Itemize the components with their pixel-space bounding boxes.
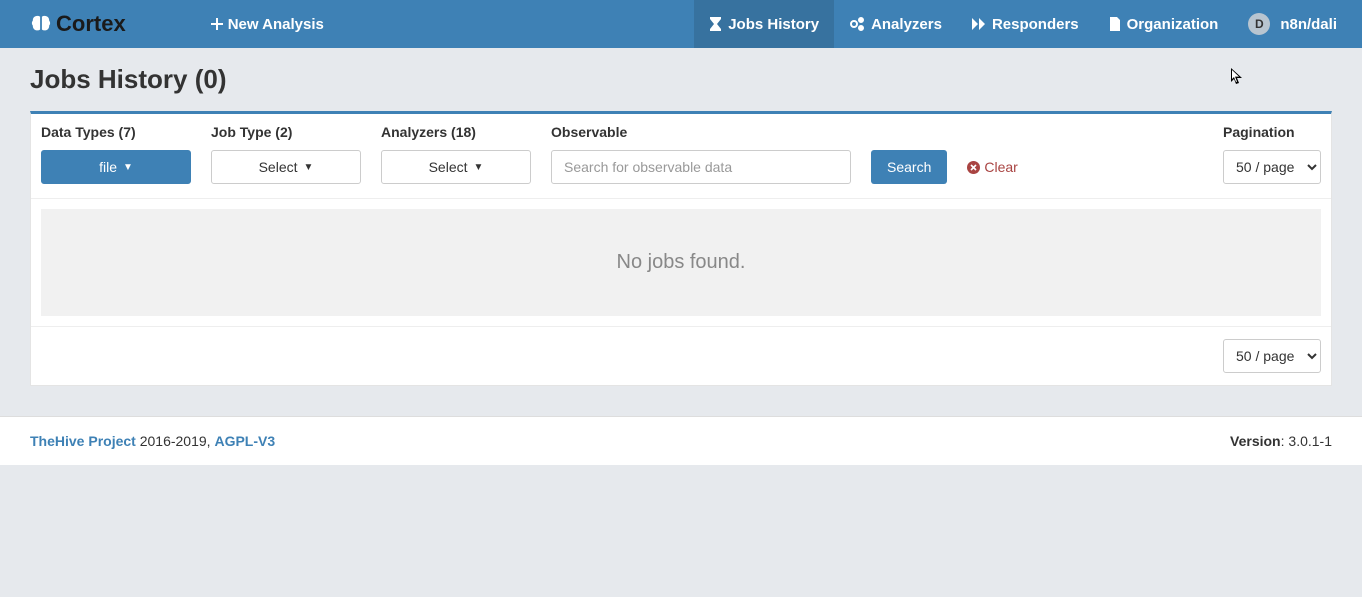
nav-jobs-history[interactable]: Jobs History bbox=[694, 0, 834, 48]
observable-label: Observable bbox=[551, 124, 851, 140]
empty-state: No jobs found. bbox=[41, 209, 1321, 316]
analyzers-value: Select bbox=[429, 159, 468, 175]
job-type-value: Select bbox=[259, 159, 298, 175]
caret-down-icon: ▼ bbox=[304, 162, 314, 173]
footer-license-link[interactable]: AGPL-V3 bbox=[214, 433, 275, 449]
pagination-select-top[interactable]: 50 / page bbox=[1223, 150, 1321, 184]
pagination-select-bottom[interactable]: 50 / page bbox=[1223, 339, 1321, 373]
caret-down-icon: ▼ bbox=[123, 162, 133, 173]
job-type-dropdown[interactable]: Select ▼ bbox=[211, 150, 361, 184]
footer-project-link[interactable]: TheHive Project bbox=[30, 433, 136, 449]
clear-label: Clear bbox=[984, 159, 1017, 175]
bottom-bar: 50 / page bbox=[31, 326, 1331, 385]
avatar: D bbox=[1248, 13, 1270, 35]
nav-user-menu[interactable]: D n8n/dali bbox=[1233, 0, 1362, 48]
plus-icon bbox=[211, 18, 223, 30]
pagination-label: Pagination bbox=[1223, 124, 1321, 140]
nav-responders[interactable]: Responders bbox=[957, 0, 1094, 48]
caret-down-icon: ▼ bbox=[474, 162, 484, 173]
top-navbar: Cortex New Analysis Jobs History Analyze… bbox=[0, 0, 1362, 48]
forward-icon bbox=[972, 18, 986, 30]
nav-organization[interactable]: Organization bbox=[1094, 0, 1234, 48]
brain-icon bbox=[30, 14, 52, 34]
results-area: No jobs found. bbox=[31, 199, 1331, 326]
user-name-label: n8n/dali bbox=[1280, 16, 1337, 33]
clear-button[interactable]: Clear bbox=[967, 150, 1017, 184]
hourglass-icon bbox=[709, 17, 722, 31]
new-analysis-label: New Analysis bbox=[228, 16, 324, 33]
data-types-dropdown[interactable]: file ▼ bbox=[41, 150, 191, 184]
footer-version-label: Version bbox=[1230, 433, 1281, 449]
data-types-label: Data Types (7) bbox=[41, 124, 191, 140]
nav-responders-label: Responders bbox=[992, 16, 1079, 33]
times-circle-icon bbox=[967, 161, 980, 174]
filter-bar: Data Types (7) file ▼ Job Type (2) Selec… bbox=[31, 114, 1331, 199]
search-button[interactable]: Search bbox=[871, 150, 947, 184]
job-type-label: Job Type (2) bbox=[211, 124, 361, 140]
observable-input[interactable] bbox=[551, 150, 851, 184]
page-title: Jobs History (0) bbox=[30, 64, 1332, 95]
data-types-value: file bbox=[99, 159, 117, 175]
nav-analyzers[interactable]: Analyzers bbox=[834, 0, 957, 48]
analyzers-filter-label: Analyzers (18) bbox=[381, 124, 531, 140]
nav-jobs-history-label: Jobs History bbox=[728, 16, 819, 33]
brand-logo[interactable]: Cortex bbox=[30, 11, 126, 37]
new-analysis-button[interactable]: New Analysis bbox=[201, 0, 334, 48]
nav-organization-label: Organization bbox=[1127, 16, 1219, 33]
jobs-panel: Data Types (7) file ▼ Job Type (2) Selec… bbox=[30, 111, 1332, 386]
document-icon bbox=[1109, 17, 1121, 31]
analyzers-dropdown[interactable]: Select ▼ bbox=[381, 150, 531, 184]
brand-text: Cortex bbox=[56, 11, 126, 37]
avatar-initial: D bbox=[1255, 17, 1264, 31]
nav-analyzers-label: Analyzers bbox=[871, 16, 942, 33]
cogs-icon bbox=[849, 17, 865, 31]
footer-version-value: : 3.0.1-1 bbox=[1281, 433, 1332, 449]
footer-years: 2016-2019, bbox=[136, 433, 215, 449]
footer: TheHive Project 2016-2019, AGPL-V3 Versi… bbox=[0, 416, 1362, 465]
